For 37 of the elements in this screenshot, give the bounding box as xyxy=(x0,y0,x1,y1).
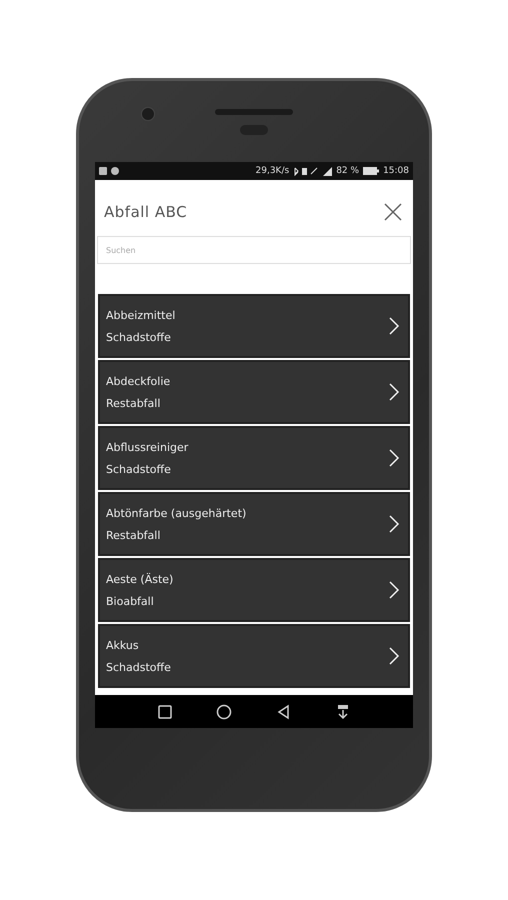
home-icon[interactable] xyxy=(216,704,232,720)
item-name: Akkus xyxy=(106,638,140,652)
chevron-right-icon xyxy=(388,646,400,666)
list-item[interactable]: Abbeizmittel Schadstoffe xyxy=(98,294,410,358)
item-category: Bioabfall xyxy=(106,594,155,608)
dialog-title: Abfall ABC xyxy=(104,203,188,221)
chevron-right-icon xyxy=(388,316,400,336)
back-icon[interactable] xyxy=(276,704,292,720)
item-name: Abdeckfolie xyxy=(106,374,172,388)
item-name: Aeste (Äste) xyxy=(106,572,174,586)
item-category: Schadstoffe xyxy=(106,330,172,344)
chevron-right-icon xyxy=(388,382,400,402)
camera-icon xyxy=(141,107,155,121)
close-icon[interactable] xyxy=(383,202,403,222)
recents-icon[interactable] xyxy=(156,704,173,720)
battery-percent: 82 % xyxy=(336,166,360,176)
item-name: Abflussreiniger xyxy=(106,440,190,454)
item-category: Restabfall xyxy=(106,528,162,542)
battery-icon xyxy=(363,167,380,175)
chevron-right-icon xyxy=(388,580,400,600)
list-item[interactable]: Abdeckfolie Restabfall xyxy=(98,360,410,424)
item-category: Restabfall xyxy=(106,396,162,410)
chevron-right-icon xyxy=(388,448,400,468)
item-category: Schadstoffe xyxy=(106,660,172,674)
network-speed: 29,3K/s xyxy=(256,166,290,176)
status-icons xyxy=(293,166,320,176)
list-item[interactable]: Akkus Schadstoffe xyxy=(98,624,410,688)
item-category: Schadstoffe xyxy=(106,462,172,476)
list-item[interactable]: Abtönfarbe (ausgehärtet) Restabfall xyxy=(98,492,410,556)
clock: 15:08 xyxy=(383,166,409,176)
signal-icon xyxy=(323,166,332,176)
list-item[interactable]: Aeste (Äste) Bioabfall xyxy=(98,558,410,622)
item-name: Abbeizmittel xyxy=(106,308,176,322)
search-field[interactable]: Suchen xyxy=(97,236,411,264)
chevron-right-icon xyxy=(388,514,400,534)
item-name: Abtönfarbe (ausgehärtet) xyxy=(106,506,248,520)
list-item[interactable]: Abflussreiniger Schadstoffe xyxy=(98,426,410,490)
